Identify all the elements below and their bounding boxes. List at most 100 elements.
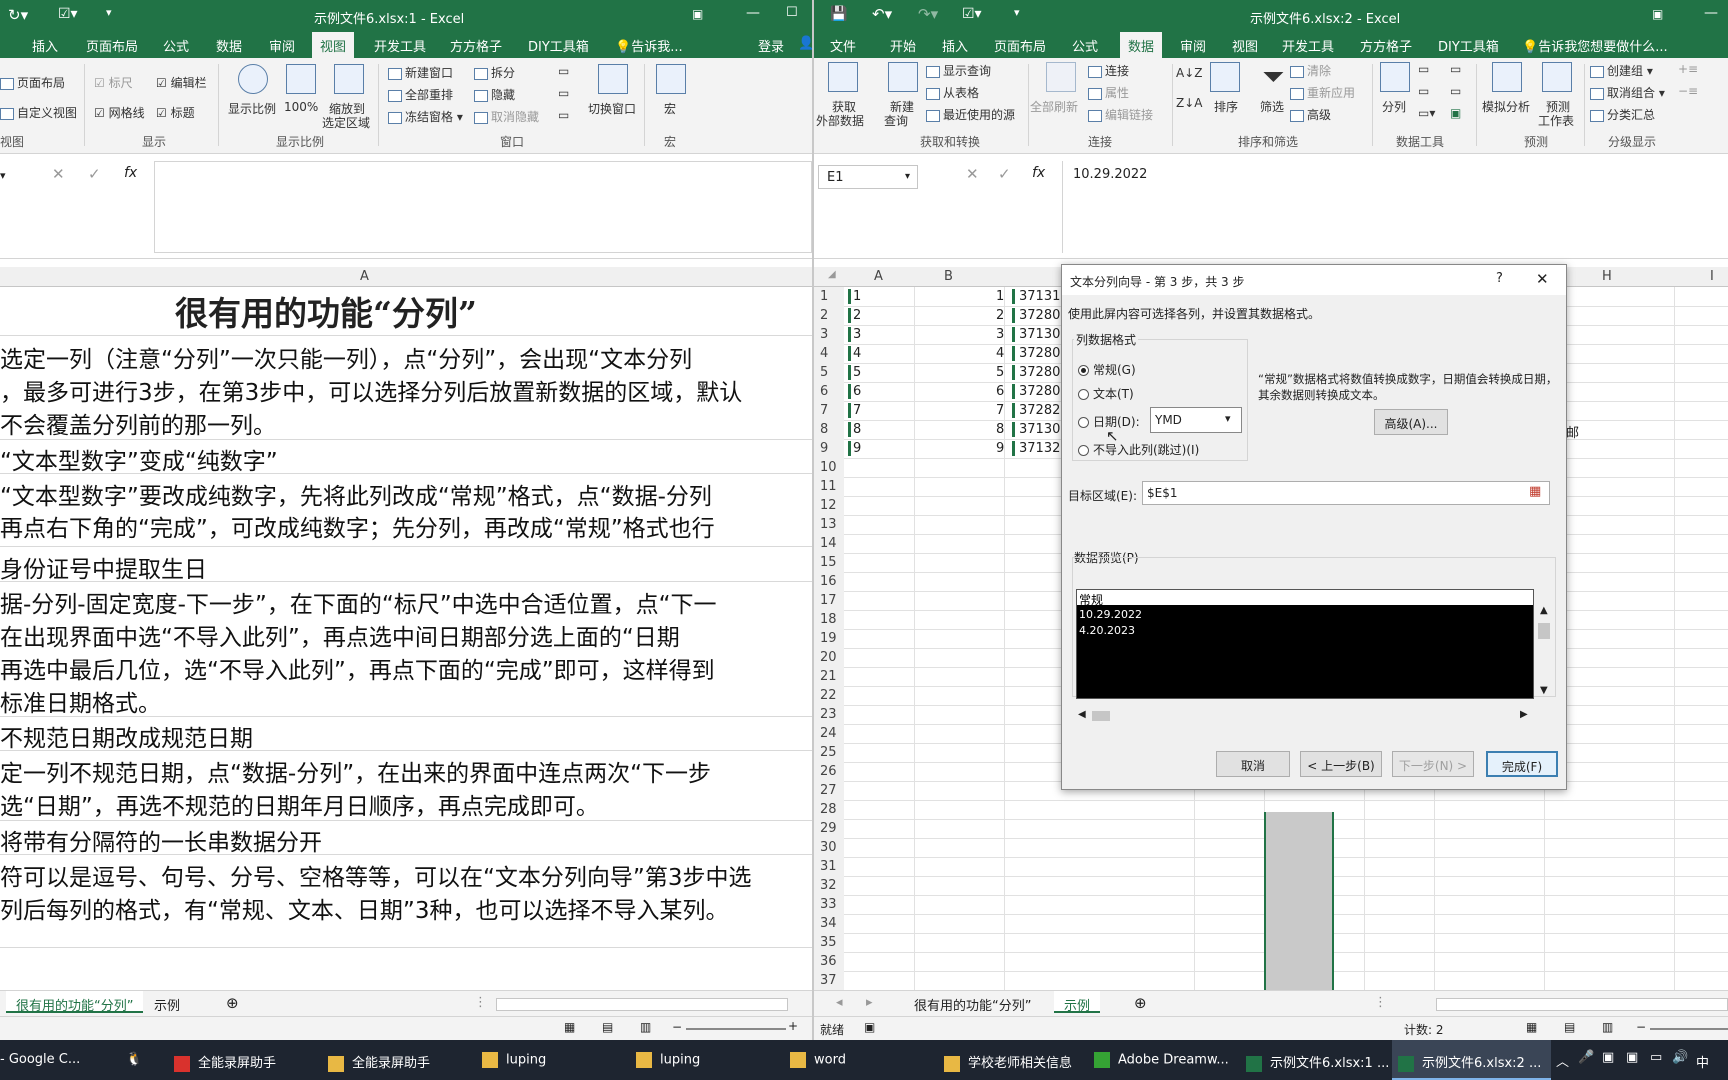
name-box[interactable]: E1 ▾ [818,165,918,189]
tab-insert[interactable]: 插入 [942,36,968,55]
tab-formulas[interactable]: 公式 [163,36,189,55]
date-format-select[interactable]: YMD ▾ [1150,407,1242,433]
get-external-line2[interactable]: 外部数据 [816,112,864,129]
row-header[interactable]: 15 [820,555,837,570]
zoom-out-icon[interactable]: − [672,1020,682,1034]
new-window-button[interactable]: 新建窗口 [388,64,453,81]
row-header[interactable]: 21 [820,669,837,684]
row-header[interactable]: 8 [820,422,828,437]
tab-view[interactable]: 视图 [312,32,355,58]
enter-icon[interactable]: ✓ [88,165,101,183]
zoom-selection-line2[interactable]: 选定区域 [322,114,370,131]
redo-icon[interactable]: ↻▾ [8,6,28,24]
new-query-line2[interactable]: 查询 [884,112,908,129]
row-header[interactable]: 22 [820,688,837,703]
volume-icon[interactable]: 🔊 [1672,1050,1688,1065]
add-sheet-icon[interactable]: ⊕ [1134,994,1147,1012]
maximize-icon[interactable]: ☐ [786,5,798,20]
range-picker-icon[interactable]: ▦ [1529,484,1541,499]
recent-sources-button[interactable]: 最近使用的源 [926,106,1015,123]
table-cell[interactable]: 2 [996,308,1004,323]
taskbar-item-luping[interactable]: luping [482,1040,546,1080]
remove-duplicates-icon[interactable]: ▭ [1418,84,1429,98]
taskbar-item-qq[interactable]: 🐧 [126,1040,142,1080]
table-cell[interactable]: 8 [848,422,861,437]
row-header[interactable]: 18 [820,612,837,627]
zoom-button[interactable]: 显示比例 [228,100,276,117]
row-header[interactable]: 4 [820,346,828,361]
tray-app-icon[interactable]: ▣ [1602,1050,1614,1065]
table-cell[interactable]: 5 [996,365,1004,380]
row-header[interactable]: 13 [820,517,837,532]
sync-scroll-icon[interactable]: ▭ [558,86,569,100]
radio-general[interactable]: 常规(G) [1078,361,1136,378]
radio-text[interactable]: 文本(T) [1078,385,1134,402]
taskbar-item-school[interactable]: 学校老师相关信息 [944,1040,1072,1080]
help-button[interactable]: ? [1496,271,1503,286]
scroll-thumb[interactable] [1092,711,1110,721]
table-cell[interactable]: 8 [996,422,1004,437]
qat-more-icon[interactable]: ▾ [1014,6,1020,19]
row-header[interactable]: 32 [820,878,837,893]
filter-button[interactable]: 筛选 [1260,98,1284,115]
preview-horizontal-scrollbar[interactable]: ◀ ▶ [1076,709,1534,723]
column-i-header[interactable]: I [1710,269,1714,284]
next-button[interactable]: 下一步(N) > [1392,751,1474,777]
clear-button[interactable]: 清除 [1290,62,1331,79]
table-cell[interactable]: 7 [996,403,1004,418]
text-to-columns-button[interactable]: 分列 [1382,98,1406,115]
row-header[interactable]: 1 [820,289,828,304]
page-break-view-icon[interactable]: ▥ [1602,1020,1613,1034]
tab-view[interactable]: 视图 [1232,36,1258,55]
normal-view-icon[interactable]: ▦ [1526,1020,1537,1034]
horizontal-scrollbar[interactable] [1436,998,1728,1011]
tab-page-layout[interactable]: 页面布局 [86,36,138,55]
connections-button[interactable]: 连接 [1088,62,1129,79]
row-header[interactable]: 7 [820,403,828,418]
insert-function-button[interactable]: fx [1032,165,1045,181]
advanced-filter-button[interactable]: 高级 [1290,106,1331,123]
preview-vertical-scrollbar[interactable]: ▲ ▼ [1536,605,1554,701]
row-header[interactable]: 29 [820,821,837,836]
table-cell[interactable]: 4 [996,346,1004,361]
table-cell[interactable]: 6 [848,384,861,399]
split-handle-icon[interactable]: ⋮ [1374,995,1387,1010]
advanced-button[interactable]: 高级(A)... [1374,409,1448,435]
column-a-header[interactable]: A [874,269,883,284]
subtotal-button[interactable]: 分类汇总 [1590,106,1655,123]
row-header[interactable]: 33 [820,897,837,912]
row-header[interactable]: 23 [820,707,837,722]
formula-bar-checkbox[interactable]: ☑ 编辑栏 [156,74,207,91]
table-cell[interactable]: 9 [996,441,1004,456]
macros-button[interactable]: 宏 [664,100,676,117]
manage-data-model-icon[interactable]: ▣ [1450,106,1461,120]
sheet-tab-active[interactable]: 很有用的功能“分列” [6,991,144,1014]
row-header[interactable]: 34 [820,916,837,931]
tell-me-box[interactable]: 💡告诉我... [615,36,683,55]
unhide-button[interactable]: 取消隐藏 [474,108,539,125]
side-by-side-icon[interactable]: ▭ [558,64,569,78]
row-header[interactable]: 27 [820,783,837,798]
row-header[interactable]: 35 [820,935,837,950]
reset-position-icon[interactable]: ▭ [558,108,569,122]
row-header[interactable]: 12 [820,498,837,513]
network-icon[interactable]: ▭ [1650,1050,1662,1065]
customize-qat-icon[interactable]: ☑▾ [962,6,982,22]
custom-view-button[interactable]: 自定义视图 [0,104,77,121]
scroll-left-icon[interactable]: ◀ [1078,709,1086,720]
sheet-tab[interactable]: 很有用的功能“分列” [914,995,1031,1014]
sort-desc-icon[interactable]: Z↓A [1176,96,1202,110]
refresh-all-button[interactable]: 全部刷新 [1030,98,1078,115]
row-header[interactable]: 36 [820,954,837,969]
minimize-icon[interactable]: — [1704,5,1718,21]
preview-grid[interactable]: 常规 10.29.2022 4.20.2023 [1076,589,1534,699]
tab-review[interactable]: 审阅 [269,36,295,55]
tab-page-layout[interactable]: 页面布局 [994,36,1046,55]
table-cell[interactable]: 3 [996,327,1004,342]
login-link[interactable]: 登录 [758,36,784,55]
tab-diy[interactable]: DIY工具箱 [528,36,589,55]
tab-developer[interactable]: 开发工具 [1282,36,1334,55]
sheet-tab[interactable]: 示例 [154,995,180,1014]
taskbar-item-dreamweaver[interactable]: Adobe Dreamw... [1094,1040,1229,1080]
select-all-corner[interactable]: ◢ [828,269,836,280]
